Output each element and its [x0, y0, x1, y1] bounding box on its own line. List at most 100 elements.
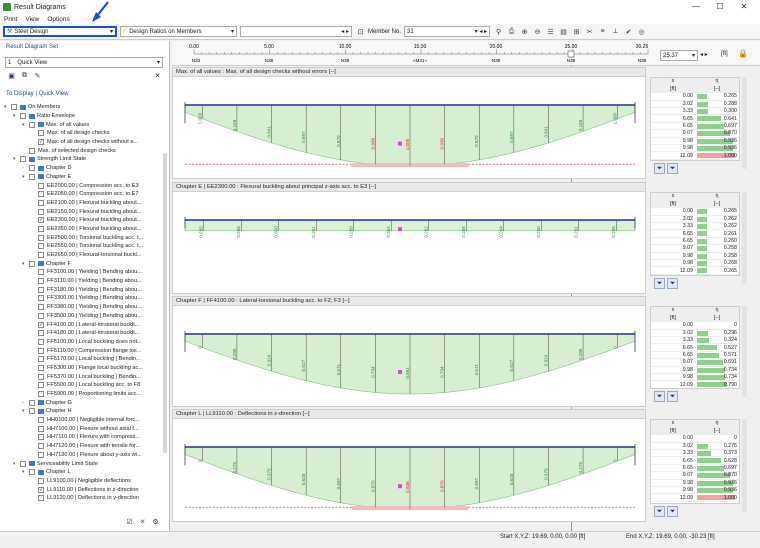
table-row[interactable]: 12.09 1.000 [651, 151, 739, 160]
filter-table-icon[interactable]: ⏷ [654, 506, 665, 517]
tree-checkbox[interactable] [29, 399, 35, 406]
tree-checkbox[interactable] [38, 356, 44, 363]
tree-item[interactable]: ✓ FF4100.00 | Lateral-torsional buckli... [4, 320, 164, 329]
position-ruler[interactable]: 0.00 5.00 10.00 15.00 20.00 25.00 30.25 N33 N38 N… [172, 41, 760, 66]
tree-checkbox[interactable]: ✓ [38, 139, 44, 146]
table-row[interactable]: 6.65 0.697 [651, 122, 739, 131]
table-row[interactable]: 9.98 0.936 [651, 137, 739, 146]
tree-checkbox[interactable] [38, 243, 44, 250]
tree-item[interactable]: FF3500.00 | Yielding | Bending abou... [4, 312, 164, 321]
tree-item[interactable]: FF5110.00 | Compression flange los... [4, 346, 164, 355]
tree-checkbox[interactable]: ✓ [38, 321, 44, 328]
member-icon[interactable]: ⟂ [610, 26, 621, 37]
table-options-icon[interactable]: ⏷ [667, 506, 678, 517]
tree-checkbox[interactable] [38, 234, 44, 241]
check-icon[interactable]: ✔ [623, 26, 634, 37]
minimize-button[interactable]: — [684, 0, 708, 14]
tree-checkbox[interactable] [38, 295, 44, 302]
table-row[interactable]: 9.07 0.870 [651, 471, 739, 480]
table-row[interactable]: 3.02 0.262 [651, 215, 739, 224]
tree-checkbox[interactable] [29, 408, 35, 415]
expand-icon[interactable]: ▾ [22, 174, 28, 180]
tree-item[interactable]: EE2650.00 | Flexural-torsional buckl... [4, 251, 164, 260]
table-row[interactable]: 9.98 0.734 [651, 366, 739, 375]
zoom-in-icon[interactable]: ⊕ [519, 26, 530, 37]
tree-item[interactable]: HH7100.00 | Flexure without axial f... [4, 424, 164, 433]
tree-item[interactable]: FF5900.00 | Proportioning limits acc... [4, 390, 164, 399]
tree-item[interactable]: Max. of selected design checks [4, 146, 164, 155]
table-row[interactable]: 9.98 0.734 [651, 373, 739, 382]
table-row[interactable]: 12.09 0.265 [651, 266, 739, 275]
table-row[interactable]: 6.65 0.260 [651, 237, 739, 246]
zoom-out-icon[interactable]: ⊖ [532, 26, 543, 37]
tree-item[interactable]: HH7120.00 | Flexure with tensile for... [4, 442, 164, 451]
tree-checkbox[interactable] [38, 382, 44, 389]
lock-icon[interactable]: 🔒 [738, 49, 748, 58]
table-row[interactable]: 3.02 0.288 [651, 100, 739, 109]
table-row[interactable]: 6.65 0.641 [651, 114, 739, 123]
diagram-panel[interactable]: Chapter E | EE2300.00 : Flexural bucklin… [172, 182, 646, 294]
tree-item[interactable]: EE2100.00 | Flexural buckling about... [4, 199, 164, 208]
table-options-icon[interactable]: ⏷ [667, 163, 678, 174]
tree-checkbox[interactable] [38, 391, 44, 398]
tree-settings-icon[interactable]: ⚙ [150, 516, 161, 527]
table-row[interactable]: 3.33 0.373 [651, 449, 739, 458]
tree-checkbox[interactable] [38, 338, 44, 345]
tree-item[interactable]: Max. of all design checks [4, 129, 164, 138]
tree-checkbox[interactable] [29, 121, 35, 128]
table-row[interactable]: 9.07 0.258 [651, 244, 739, 253]
tree-checkbox[interactable] [38, 191, 44, 198]
table-row[interactable]: 3.33 0.300 [651, 107, 739, 116]
tree-item[interactable]: EE2350.00 | Flexural buckling about... [4, 225, 164, 234]
tree-checkbox[interactable]: ✓ [38, 217, 44, 224]
tree-item[interactable]: FF4180.00 | Lateral-torsional buckli... [4, 329, 164, 338]
table-row[interactable]: 6.65 0.571 [651, 351, 739, 360]
menu-options[interactable]: Options [47, 16, 69, 23]
tree-item[interactable]: FF5100.00 | Local buckling does not... [4, 338, 164, 347]
view-icon[interactable]: ◎ [636, 26, 647, 37]
tree-item[interactable]: ▾ Chapter E [4, 173, 164, 182]
tree-item[interactable]: ✓ Max. of all design checks without e... [4, 138, 164, 147]
tree-item[interactable]: › Chapter G [4, 398, 164, 407]
tree-item[interactable]: ▾ Chapter F [4, 259, 164, 268]
tree-checkbox[interactable] [38, 269, 44, 276]
tree-checkbox[interactable] [38, 312, 44, 319]
table-scrollbar[interactable] [742, 419, 747, 512]
tree-item[interactable]: FF3110.00 | Yielding | Bending abou... [4, 277, 164, 286]
tree-scrollbar[interactable] [163, 153, 167, 453]
edit-set-icon[interactable]: ✎ [32, 70, 43, 81]
tree-checkbox[interactable] [38, 208, 44, 215]
tree-item[interactable]: FF5170.00 | Local buckling | Bendin... [4, 355, 164, 364]
diagram-panel[interactable]: Chapter F | FF4100.00 : Lateral-torsiona… [172, 296, 646, 407]
tree-item[interactable]: FF5300.00 | Flange local buckling ac... [4, 364, 164, 373]
tree-item[interactable]: ▾ Serviceability Limit State [4, 459, 164, 468]
tree-checkbox[interactable] [38, 451, 44, 458]
new-set-icon[interactable]: ▣ [6, 70, 17, 81]
tree-item[interactable]: EE2500.00 | Torsional buckling acc. t... [4, 233, 164, 242]
tree-checkbox[interactable] [29, 260, 35, 267]
tree-item[interactable]: HH7130.00 | Flexure about y-axis wi... [4, 451, 164, 460]
tree-item[interactable]: FF3100.00 | Yielding | Bending abou... [4, 268, 164, 277]
expand-icon[interactable]: ▾ [22, 408, 28, 414]
expand-icon[interactable]: › [22, 400, 28, 406]
tree-checkbox[interactable] [38, 477, 44, 484]
table-row[interactable]: 12.09 1.000 [651, 493, 739, 502]
table-row[interactable]: 6.65 0.697 [651, 464, 739, 473]
result-set-combo[interactable]: 1 Quick View ▾ [5, 57, 163, 68]
copy-set-icon[interactable]: ⧉ [19, 70, 30, 81]
tree-checkbox[interactable]: ✓ [38, 486, 44, 493]
tree-item[interactable]: ✓ EE2300.00 | Flexural buckling about... [4, 216, 164, 225]
tree-checkbox[interactable] [20, 113, 26, 120]
expand-icon[interactable]: ▾ [22, 122, 28, 128]
line-style-icon[interactable]: ≡ [597, 26, 608, 37]
tree-item[interactable]: EE2000.00 | Compression acc. to E3 [4, 181, 164, 190]
tree-checkbox[interactable] [38, 225, 44, 232]
tree-checkbox[interactable] [38, 130, 44, 137]
tree-item[interactable]: LL9120.00 | Deflections in y-direction [4, 494, 164, 503]
tree-item[interactable]: ▾ Strength Limit State [4, 155, 164, 164]
tree-item[interactable]: FF3300.00 | Yielding | Bending abou... [4, 294, 164, 303]
table-row[interactable]: 6.65 0.628 [651, 456, 739, 465]
design-combo[interactable]: ⚒ Steel Design ▾ [3, 26, 117, 37]
member-combo[interactable]: 31 ▾ ◂ ▸ [404, 26, 491, 37]
filter-table-icon[interactable]: ⏷ [654, 163, 665, 174]
